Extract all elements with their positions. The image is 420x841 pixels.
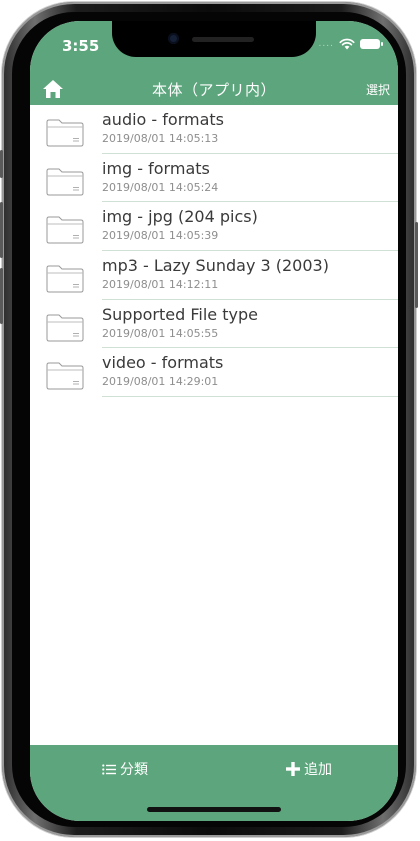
- battery-icon: [360, 39, 383, 49]
- volume-down-button: [0, 268, 3, 324]
- categories-button[interactable]: 分類: [102, 759, 148, 779]
- file-date: 2019/08/01 14:05:39: [102, 229, 219, 243]
- folder-icon: [46, 360, 84, 390]
- nav-bar: 本体（アプリ内） 選択: [30, 73, 398, 105]
- file-list: audio - formats 2019/08/01 14:05:13 img - …: [30, 105, 398, 398]
- list-item[interactable]: mp3 - Lazy Sunday 3 (2003) 2019/08/01 14:…: [30, 251, 398, 300]
- file-text: video - formats 2019/08/01 14:29:01: [102, 353, 398, 398]
- folder-icon: [46, 117, 84, 147]
- file-text: img - jpg (204 pics) 2019/08/01 14:05:39: [102, 207, 398, 252]
- mute-switch: [0, 150, 3, 178]
- list-item[interactable]: Supported File type 2019/08/01 14:05:55: [30, 300, 398, 349]
- add-button[interactable]: 追加: [286, 759, 332, 779]
- power-button: [415, 222, 418, 308]
- folder-icon: [46, 214, 84, 244]
- file-text: audio - formats 2019/08/01 14:05:13: [102, 110, 398, 154]
- signal-dots-icon: ....: [318, 39, 334, 49]
- file-name: img - formats: [102, 158, 210, 178]
- volume-up-button: [0, 202, 3, 258]
- categories-label: 分類: [120, 762, 148, 778]
- list-item[interactable]: img - jpg (204 pics) 2019/08/01 14:05:39: [30, 202, 398, 252]
- bottom-bar: 分類 追加: [30, 745, 398, 821]
- list-item[interactable]: audio - formats 2019/08/01 14:05:13: [30, 105, 398, 154]
- file-text: img - formats 2019/08/01 14:05:24: [102, 159, 398, 203]
- status-icons: ....: [318, 38, 383, 50]
- file-name: img - jpg (204 pics): [102, 207, 258, 227]
- file-text: mp3 - Lazy Sunday 3 (2003) 2019/08/01 14:…: [102, 256, 398, 300]
- file-date: 2019/08/01 14:05:13: [102, 132, 219, 145]
- speaker-grille: [192, 37, 254, 42]
- status-time: 3:55: [62, 37, 100, 55]
- file-date: 2019/08/01 14:12:11: [102, 278, 219, 292]
- file-name: video - formats: [102, 353, 224, 373]
- notch: [112, 21, 316, 57]
- file-text: Supported File type 2019/08/01 14:05:55: [102, 305, 398, 349]
- file-name: Supported File type: [102, 304, 258, 324]
- file-name: audio - formats: [102, 110, 224, 129]
- add-label: 追加: [304, 762, 332, 778]
- screen: 3:55 .... 本体（アプリ内） 選択 audio - formats 201…: [30, 21, 398, 821]
- wifi-icon: [339, 38, 355, 50]
- folder-icon: [46, 166, 84, 196]
- plus-icon: [286, 762, 300, 776]
- folder-icon: [46, 312, 84, 342]
- list-item[interactable]: video - formats 2019/08/01 14:29:01: [30, 348, 398, 398]
- list-icon: [102, 763, 116, 775]
- list-item[interactable]: img - formats 2019/08/01 14:05:24: [30, 154, 398, 203]
- home-indicator[interactable]: [147, 807, 281, 812]
- file-date: 2019/08/01 14:29:01: [102, 375, 219, 389]
- folder-icon: [46, 263, 84, 293]
- camera-icon: [168, 33, 179, 44]
- file-date: 2019/08/01 14:05:24: [102, 180, 219, 194]
- file-date: 2019/08/01 14:05:55: [102, 326, 219, 340]
- select-button[interactable]: 選択: [366, 81, 390, 98]
- file-name: mp3 - Lazy Sunday 3 (2003): [102, 256, 329, 276]
- page-title: 本体（アプリ内）: [151, 81, 276, 99]
